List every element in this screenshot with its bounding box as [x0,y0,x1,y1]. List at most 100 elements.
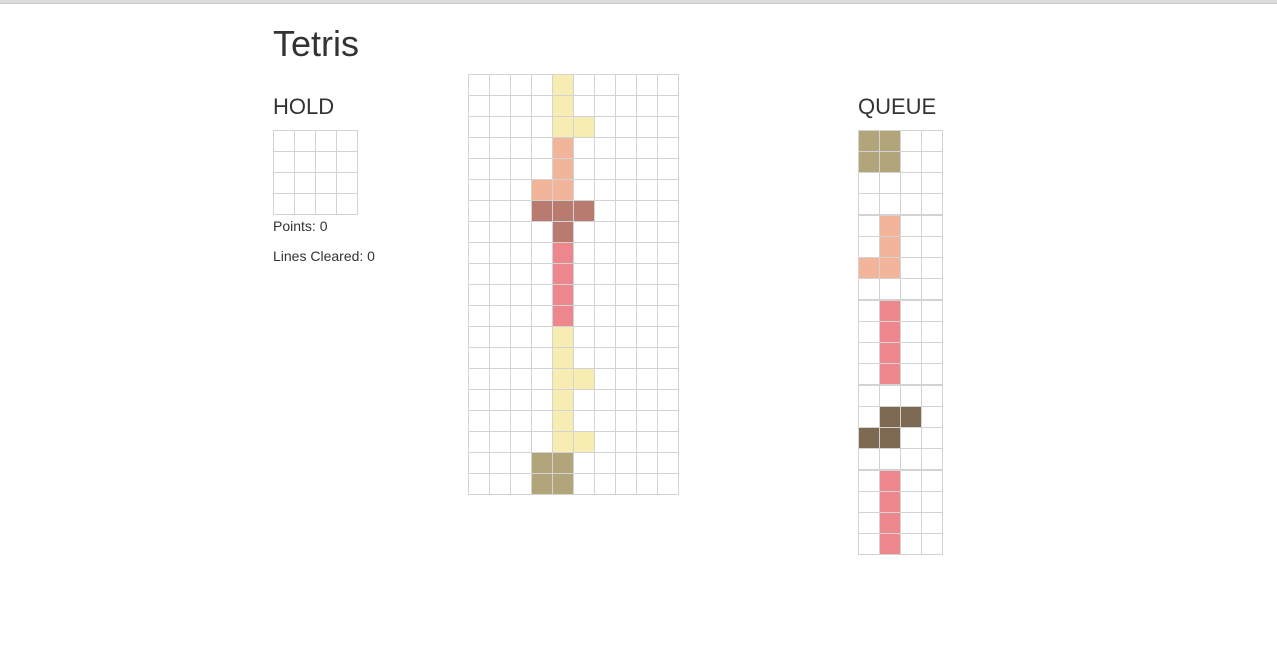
board-cell-empty [532,159,553,180]
board-cell-empty [595,369,616,390]
board-cell-empty [595,264,616,285]
board-cell-empty [511,474,532,495]
board-cell-empty [490,264,511,285]
queue-cell-empty [922,386,943,407]
queue-cell-empty [859,364,880,385]
board-cell-empty [574,222,595,243]
board-cell-empty [595,285,616,306]
board-cell-empty [511,222,532,243]
board-cell-empty [469,243,490,264]
board-cell-empty [511,117,532,138]
queue-panel [858,130,943,555]
board-cell-block [553,453,574,474]
board-cell-empty [574,138,595,159]
board-cell-empty [616,96,637,117]
queue-cell-empty [922,322,943,343]
queue-cell-empty [922,237,943,258]
queue-cell-empty [901,152,922,173]
lines-cleared-label: Lines Cleared: 0 [273,248,375,264]
queue-cell-block [859,258,880,279]
board-cell-empty [490,432,511,453]
board-cell-empty [574,348,595,369]
board-cell-empty [574,159,595,180]
queue-piece [858,470,943,555]
queue-cell-empty [901,131,922,152]
board-cell-empty [469,117,490,138]
board-cell-block [553,432,574,453]
board-cell-empty [616,327,637,348]
board-cell-empty [595,306,616,327]
board-cell-empty [469,369,490,390]
board-cell-empty [469,180,490,201]
hold-cell-empty [316,173,337,194]
board-cell-empty [574,264,595,285]
board-cell-empty [469,453,490,474]
queue-cell-block [880,237,901,258]
board-cell-empty [532,285,553,306]
board-cell-empty [637,306,658,327]
board-cell-block [532,201,553,222]
board-cell-block [553,75,574,96]
board-cell-empty [637,390,658,411]
queue-cell-empty [922,428,943,449]
board-cell-block [553,264,574,285]
board-cell-empty [574,390,595,411]
queue-cell-empty [859,173,880,194]
board-cell-empty [490,75,511,96]
board-cell-empty [532,432,553,453]
board-cell-empty [616,180,637,201]
board-cell-empty [658,348,679,369]
queue-cell-empty [922,131,943,152]
board-cell-empty [637,222,658,243]
queue-cell-block [880,492,901,513]
board-cell-empty [595,222,616,243]
page-title: Tetris [273,23,360,64]
board-cell-empty [616,453,637,474]
hold-cell-empty [295,152,316,173]
queue-cell-empty [922,152,943,173]
queue-cell-empty [922,173,943,194]
board-cell-empty [511,369,532,390]
board-cell-empty [532,117,553,138]
board-cell-empty [469,411,490,432]
board-cell-empty [595,243,616,264]
queue-cell-block [880,258,901,279]
hold-cell-empty [316,131,337,152]
board-cell-empty [469,285,490,306]
board-cell-empty [490,411,511,432]
board-cell-empty [574,243,595,264]
queue-cell-empty [859,407,880,428]
queue-cell-empty [901,194,922,215]
queue-cell-block [880,364,901,385]
hold-grid [273,130,358,215]
points-label: Points: 0 [273,218,328,234]
board-cell-empty [469,138,490,159]
board-cell-empty [637,348,658,369]
board-cell-empty [616,159,637,180]
board-cell-block [553,180,574,201]
board-cell-empty [511,201,532,222]
hold-cell-empty [295,194,316,215]
board-cell-empty [658,264,679,285]
board-cell-empty [595,432,616,453]
hold-cell-empty [274,194,295,215]
board-cell-empty [595,411,616,432]
board-cell-empty [616,243,637,264]
queue-piece [858,215,943,300]
board-cell-empty [658,453,679,474]
board-cell-empty [658,390,679,411]
queue-piece [858,385,943,470]
board-cell-empty [658,117,679,138]
board-cell-empty [490,453,511,474]
board-cell-empty [574,453,595,474]
queue-cell-block [859,428,880,449]
queue-cell-empty [922,343,943,364]
queue-cell-empty [859,194,880,215]
queue-cell-empty [859,513,880,534]
board-cell-empty [511,411,532,432]
queue-cell-empty [922,301,943,322]
board-cell-empty [469,327,490,348]
game-board[interactable] [468,74,679,495]
board-cell-empty [616,201,637,222]
board-cell-empty [490,369,511,390]
